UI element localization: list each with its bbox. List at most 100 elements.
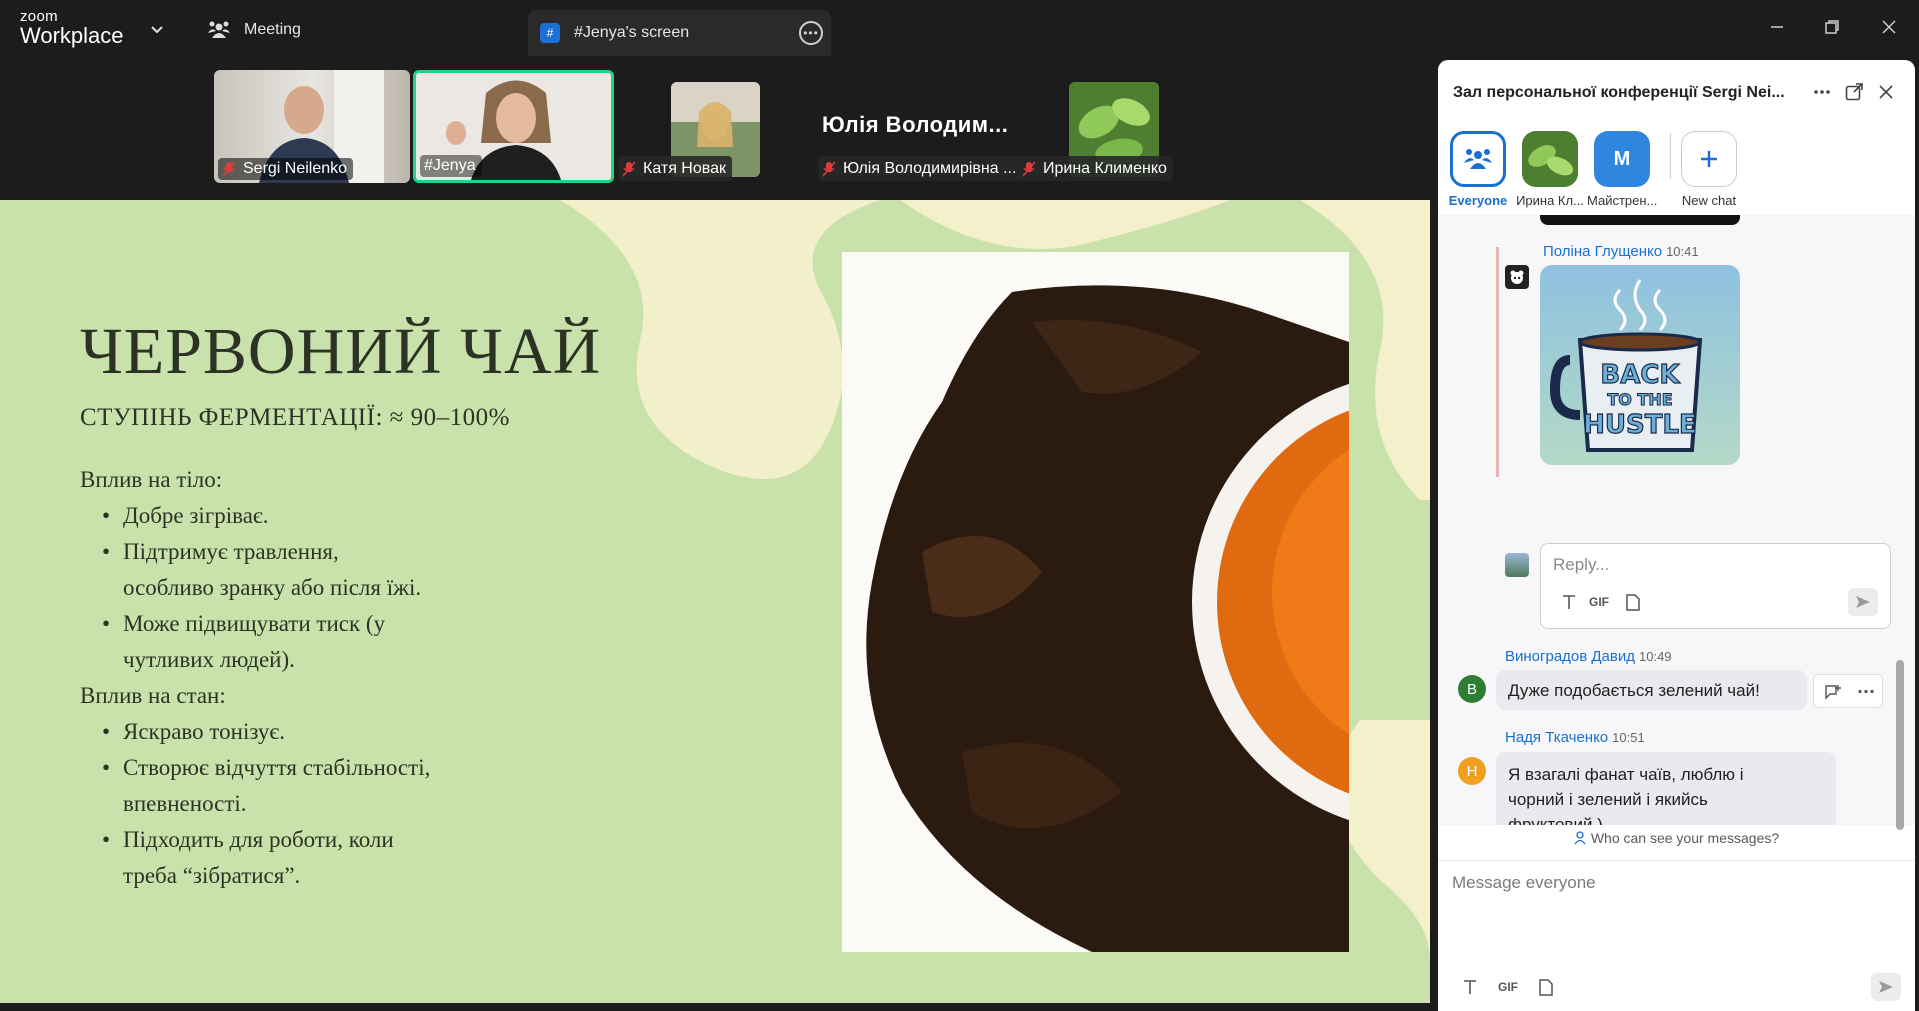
send-icon [1856,596,1870,608]
participant-name-tag: #Jenya [420,155,482,177]
reply-box: GIF [1540,543,1891,629]
file-icon [1539,978,1553,996]
participant-name: Ирина Клименко [1043,159,1167,177]
close-chat-button[interactable] [1875,81,1897,103]
format-text-button[interactable] [1460,977,1480,997]
participant-name: #Jenya [424,157,476,174]
recipient-iryna[interactable]: Ирина Кл... [1515,131,1585,208]
group-icon [1450,131,1506,187]
slide-line: Вплив на стан: [80,683,226,708]
avatar: В [1458,675,1486,703]
chat-scrollbar[interactable] [1896,660,1904,830]
attach-file-button[interactable] [1623,592,1643,612]
text-format-icon [1464,980,1476,994]
message-sender[interactable]: Надя Ткаченко [1505,729,1608,746]
chat-more-button[interactable] [1811,81,1833,103]
participant-name: Катя Новак [643,159,726,177]
chat-recipients: Everyone Ирина Кл... M Майстрен... New c… [1438,125,1915,215]
tea-leaves-image [842,252,1349,952]
new-chat-button[interactable]: New chat [1674,131,1744,208]
channel-hash-icon: # [540,23,560,43]
text-format-icon [1563,595,1575,609]
close-window-button[interactable] [1874,12,1904,42]
mic-muted-icon [222,161,236,177]
sticker-image[interactable]: BACK TO THE HUSTLE [1540,265,1740,465]
restore-icon [1825,20,1839,34]
avatar: M [1594,131,1650,187]
participant-display-name: Юлія Володим... [822,112,1009,137]
slide-subtitle: СТУПІНЬ ФЕРМЕНТАЦІЇ: ≈ 90–100% [80,404,510,431]
message-bubble[interactable]: Дуже подобається зелений чай! [1496,670,1807,710]
recipient-maistrenko[interactable]: M Майстрен... [1587,131,1657,208]
participant-name: Юлія Володимирівна ... [843,159,1017,177]
slide-body: Вплив на тіло: Добре зігріває. Підтримує… [80,462,430,894]
format-text-button[interactable] [1559,592,1579,612]
gif-button[interactable]: GIF [1585,592,1613,612]
minimize-button[interactable] [1762,12,1792,42]
avatar [1505,265,1529,289]
participant-name-tag: Sergi Neilenko [218,158,354,180]
recipient-everyone[interactable]: Everyone [1443,131,1513,208]
participants-icon [208,21,230,38]
more-horizontal-icon[interactable] [1858,689,1874,694]
compose-area: GIF [1438,860,1915,1011]
message-time: 10:49 [1639,649,1672,664]
message-sender[interactable]: Виноградов Давид [1505,648,1635,665]
avatar: Н [1458,757,1486,785]
restore-button[interactable] [1817,12,1847,42]
recipient-label: Майстрен... [1587,193,1657,208]
divider [1670,133,1671,179]
reply-thread-icon[interactable] [1824,684,1842,700]
coffee-mug-sticker: BACK TO THE HUSTLE [1549,279,1703,452]
title-bar: zoom Workplace Meeting # #Jenya's screen… [0,0,1919,56]
minimize-icon [1771,26,1783,28]
message-actions [1813,674,1883,708]
logo-line2: Workplace [20,23,124,48]
message-line: Я взагалі фанат чаїв, люблю і [1508,765,1744,784]
send-reply-button[interactable] [1848,588,1878,616]
attach-file-button[interactable] [1536,977,1556,997]
tab-shared-screen[interactable]: # #Jenya's screen ••• [528,10,831,56]
zoom-window: zoom Workplace Meeting # #Jenya's screen… [0,0,1919,1011]
message-line: чорний і зелений і якийсь [1508,790,1708,809]
message-sender[interactable]: Поліна Глущенко [1543,243,1662,260]
slide-line: Вплив на тіло: [80,467,223,492]
tab-meeting-label: Meeting [244,21,301,38]
chat-title: Зал персональної конференції Sergi Nei..… [1453,84,1785,101]
slide-line: впевненості. [123,791,247,816]
tab-meeting[interactable]: Meeting [208,12,301,48]
popout-chat-button[interactable] [1843,81,1865,103]
person-info-icon [1574,831,1586,845]
slide-line: особливо зранку або після їжі. [123,575,422,600]
message-header: Виноградов Давид 10:49 [1505,648,1672,666]
slide-title: ЧЕРВОНИЙ ЧАЙ [80,315,602,388]
who-can-see-text: Who can see your messages? [1590,830,1780,846]
close-icon [1882,20,1896,34]
message-bubble[interactable]: Я взагалі фанат чаїв, люблю і чорний і з… [1496,752,1836,825]
message-input[interactable] [1452,873,1892,933]
message-time: 10:41 [1666,244,1699,259]
recipient-label: Everyone [1448,193,1508,208]
chat-messages[interactable]: Поліна Глущенко 10:41 BACK TO THE HUSTLE [1438,215,1915,825]
shared-screen-slide: ЧЕРВОНИЙ ЧАЙ СТУПІНЬ ФЕРМЕНТАЦІЇ: ≈ 90–1… [0,200,1430,1003]
more-options-icon[interactable]: ••• [799,21,823,45]
avatar [1505,553,1529,577]
tab-screen-label: #Jenya's screen [574,24,690,41]
sticker-text: HUSTLE [1583,410,1697,440]
tea-photo [842,252,1349,952]
slide-bullet: Яскраво тонізує. [80,714,430,750]
send-button[interactable] [1871,973,1901,1001]
participant-name: Sergi Neilenko [243,160,348,177]
video-tile-active[interactable]: #Jenya [413,70,614,183]
gif-button[interactable]: GIF [1494,977,1522,997]
chat-header: Зал персональної конференції Sergi Nei..… [1438,60,1915,125]
chevron-down-icon[interactable] [148,20,166,38]
who-can-see-link[interactable]: Who can see your messages? [1438,830,1915,852]
leaf-avatar [1522,131,1578,187]
reply-input[interactable] [1553,554,1853,576]
slide-bullet: Підтримує травлення, [80,534,430,570]
mic-muted-icon [1022,161,1036,176]
participant-name-tag: Юлія Володимирівна ... [818,156,1023,181]
slide-bullet: Підходить для роботи, коли [80,822,430,858]
video-tile[interactable]: Sergi Neilenko [214,70,410,183]
